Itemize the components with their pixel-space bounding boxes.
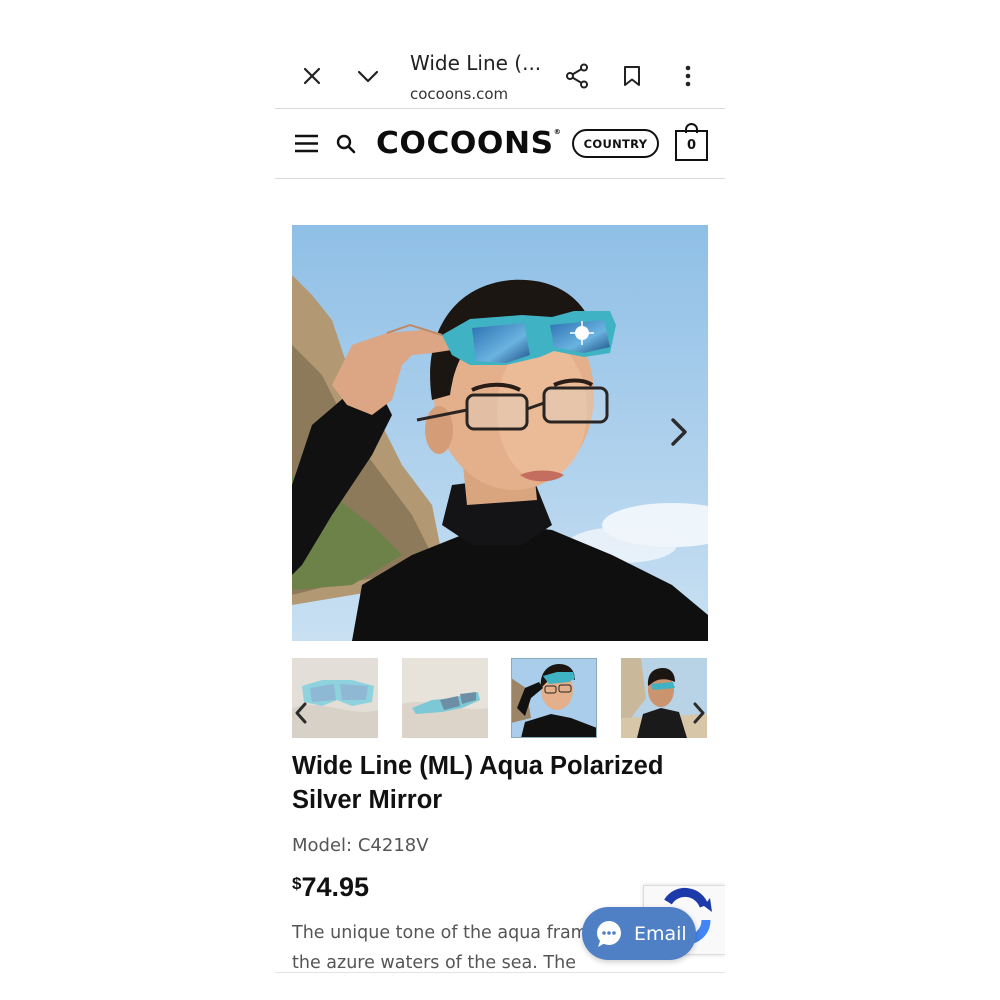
brand-name: COCOONS [376, 126, 554, 161]
email-chat-button[interactable]: Email [582, 907, 696, 960]
thumbnail-prev-button[interactable] [292, 700, 310, 726]
thumbnail-selected-outline [511, 658, 597, 738]
cart-count: 0 [675, 130, 708, 161]
price-value: 74.95 [301, 872, 370, 902]
url-host[interactable]: cocoons.com [410, 85, 508, 103]
close-icon[interactable] [297, 61, 327, 91]
search-icon[interactable] [336, 134, 356, 159]
page-title[interactable]: Wide Line (... [410, 51, 541, 75]
thumbnail-next-button[interactable] [690, 700, 708, 726]
country-button[interactable]: COUNTRY [572, 129, 659, 158]
site-header: COCOONS® COUNTRY 0 [275, 109, 725, 179]
main-product-image[interactable] [292, 225, 708, 641]
divider [275, 972, 725, 973]
thumbnail-3[interactable] [511, 658, 597, 738]
product-price: $74.95 [292, 872, 369, 903]
cart-button[interactable]: 0 [675, 123, 708, 161]
product-title: Wide Line (ML) Aqua Polarized Silver Mir… [292, 752, 664, 814]
chat-bubble-icon [597, 920, 621, 947]
more-vert-icon[interactable] [673, 61, 703, 91]
brand-logo[interactable]: COCOONS® [376, 126, 561, 161]
model-label: Model: [292, 835, 353, 856]
email-button-label: Email [634, 922, 687, 945]
browser-toolbar: Wide Line (... cocoons.com [275, 40, 725, 109]
share-icon[interactable] [562, 61, 592, 91]
thumbnail-strip [292, 658, 708, 738]
model-value: C4218V [357, 835, 429, 856]
bookmark-icon[interactable] [617, 61, 647, 91]
chevron-down-icon[interactable] [353, 61, 383, 91]
menu-icon[interactable] [294, 134, 319, 158]
phone-viewport: Wide Line (... cocoons.com COCOONS® COUN… [275, 40, 725, 975]
main-image-next-button[interactable] [664, 415, 694, 449]
product-description: The unique tone of the aqua frame is the… [292, 923, 618, 973]
brand-registered-mark: ® [553, 128, 562, 136]
product-model: Model: C4218V [292, 835, 429, 856]
price-currency: $ [292, 874, 302, 893]
thumbnail-2[interactable] [402, 658, 488, 738]
